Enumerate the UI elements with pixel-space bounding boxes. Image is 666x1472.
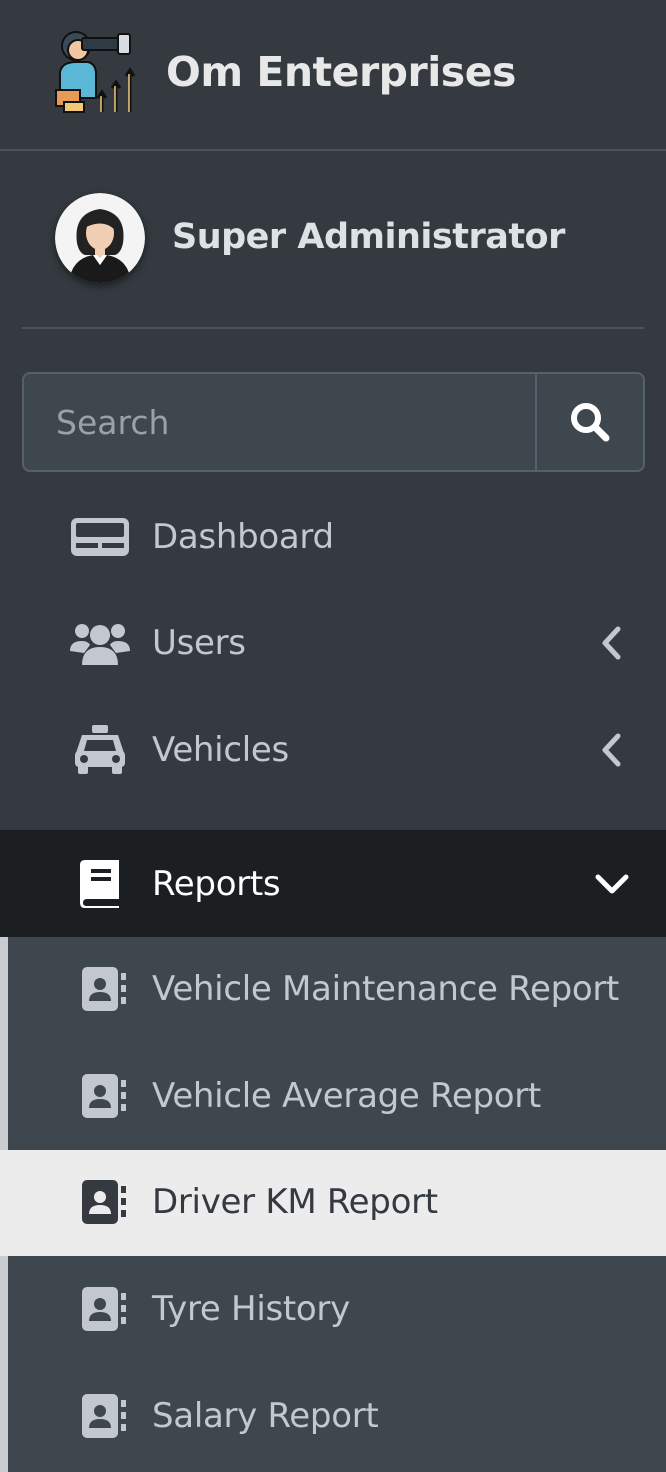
nav-label-users: Users: [152, 623, 246, 663]
taxi-icon: [70, 720, 130, 780]
sub-item-tyre-history[interactable]: Tyre History: [0, 1257, 666, 1363]
nav-item-vehicles[interactable]: Vehicles: [0, 697, 666, 803]
id-card-icon: [70, 507, 130, 567]
book-icon: [70, 854, 130, 914]
search-input[interactable]: [24, 374, 535, 470]
chevron-left-icon: [598, 732, 624, 768]
brand-link[interactable]: Om Enterprises: [0, 0, 666, 151]
users-icon: [70, 613, 130, 673]
avatar[interactable]: [55, 193, 145, 283]
address-card-icon: [74, 1066, 134, 1126]
sub-label: Vehicle Maintenance Report: [152, 969, 620, 1009]
user-name[interactable]: Super Administrator: [172, 217, 565, 257]
reports-submenu: Vehicle Maintenance Report Vehicle Avera…: [0, 937, 666, 1472]
nav-label-dashboard: Dashboard: [152, 517, 334, 557]
sidebar: Om Enterprises Super Administrator Searc…: [0, 0, 666, 1472]
search-icon: [571, 403, 610, 442]
nav-item-dashboard[interactable]: Dashboard: [0, 484, 666, 590]
nav-label-vehicles: Vehicles: [152, 730, 289, 770]
nav-item-reports[interactable]: Reports: [0, 830, 666, 937]
sub-item-vehicle-maintenance-report[interactable]: Vehicle Maintenance Report: [0, 937, 666, 1043]
chevron-left-icon: [598, 625, 624, 661]
brand-logo-icon: [55, 31, 136, 113]
search-button[interactable]: [535, 374, 643, 470]
sidebar-search: [22, 372, 645, 472]
user-avatar-icon: [55, 193, 145, 283]
sub-label: Tyre History: [152, 1289, 350, 1329]
brand-name: Om Enterprises: [166, 48, 516, 96]
sub-item-vehicle-average-report[interactable]: Vehicle Average Report: [0, 1044, 666, 1150]
sub-label: Driver KM Report: [152, 1182, 438, 1222]
address-card-icon: [74, 959, 134, 1019]
nav-label-reports: Reports: [152, 863, 281, 904]
sub-item-salary-report[interactable]: Salary Report: [0, 1364, 666, 1470]
sub-label: Vehicle Average Report: [152, 1076, 541, 1116]
user-panel: Super Administrator: [22, 151, 644, 329]
address-card-icon: [74, 1386, 134, 1446]
nav-item-users[interactable]: Users: [0, 590, 666, 696]
address-card-icon: [74, 1172, 134, 1232]
chevron-down-icon: [594, 866, 630, 902]
sub-label: Salary Report: [152, 1396, 379, 1436]
sub-item-driver-km-report[interactable]: Driver KM Report: [0, 1150, 666, 1256]
address-card-icon: [74, 1279, 134, 1339]
